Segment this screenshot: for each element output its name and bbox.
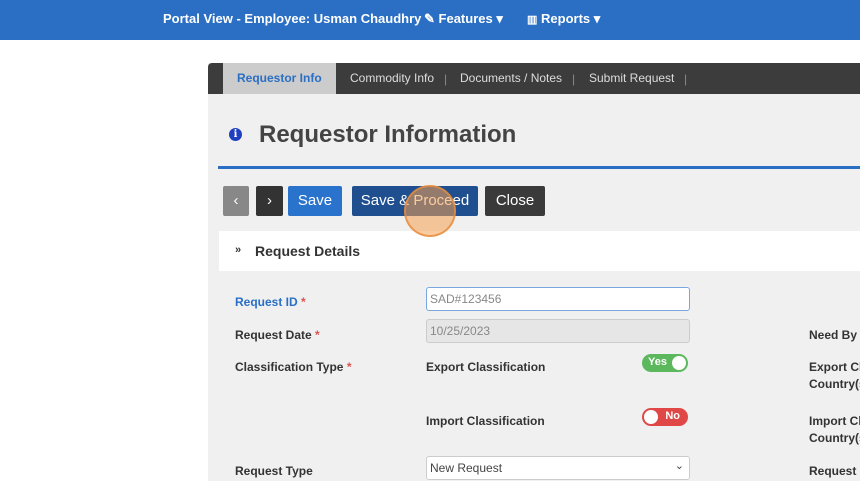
export-country-label-2: Country(s [809, 377, 860, 391]
request-panel: Requestor Info Commodity Info | Document… [208, 63, 860, 481]
export-classification-toggle[interactable]: Yes [642, 354, 688, 372]
request-details-header[interactable]: » Request Details [219, 231, 860, 271]
import-country-label-2: Country(s [809, 431, 860, 445]
save-button[interactable]: Save [288, 186, 342, 216]
close-button[interactable]: Close [485, 186, 545, 216]
reports-menu[interactable]: ▥ Reports ▾ [527, 11, 600, 27]
request-type-select[interactable]: New Request ⌄ [426, 456, 690, 480]
need-by-label: Need By [809, 328, 858, 342]
next-button[interactable]: › [256, 186, 283, 216]
tab-divider: | [684, 72, 688, 86]
tab-bar: Requestor Info Commodity Info | Document… [208, 63, 860, 94]
bar-chart-icon: ▥ [527, 14, 538, 26]
tab-divider: | [572, 72, 576, 86]
tab-commodity-info[interactable]: Commodity Info [350, 63, 434, 94]
request-id-input[interactable]: SAD#123456 [426, 287, 690, 311]
title-divider [218, 166, 860, 169]
tab-requestor-info[interactable]: Requestor Info [223, 63, 336, 94]
chevron-down-icon: ⌄ [674, 460, 684, 472]
request-date-label: Request Date * [235, 328, 320, 342]
export-country-label: Export Cl [809, 360, 860, 374]
pencil-icon: ✎ [424, 11, 435, 26]
import-classification-label: Import Classification [426, 414, 545, 428]
portal-title[interactable]: Portal View - Employee: Usman Chaudhry [163, 11, 421, 26]
reports-label: Reports [541, 11, 591, 26]
page-title: Requestor Information [259, 121, 517, 148]
prev-button[interactable]: ‹ [223, 186, 249, 216]
chevron-double-down-icon: » [235, 244, 242, 256]
request-id-label: Request ID * [235, 295, 306, 309]
tab-submit-request[interactable]: Submit Request [589, 63, 674, 94]
classification-type-label: Classification Type * [235, 360, 352, 374]
import-classification-toggle[interactable]: No [642, 408, 688, 426]
features-menu[interactable]: ✎ Features ▾ [424, 11, 503, 27]
tab-documents-notes[interactable]: Documents / Notes [460, 63, 562, 94]
info-icon: i [229, 128, 242, 141]
import-country-label: Import Cl [809, 414, 860, 428]
features-label: Features [438, 11, 493, 26]
request-right-label: Request [809, 464, 857, 478]
section-title: Request Details [255, 243, 361, 259]
top-navbar: Portal View - Employee: Usman Chaudhry ✎… [0, 0, 860, 40]
request-date-input: 10/25/2023 [426, 319, 690, 343]
export-classification-label: Export Classification [426, 360, 546, 374]
request-type-label: Request Type [235, 464, 313, 478]
click-indicator [404, 185, 456, 237]
tab-divider: | [444, 72, 448, 86]
